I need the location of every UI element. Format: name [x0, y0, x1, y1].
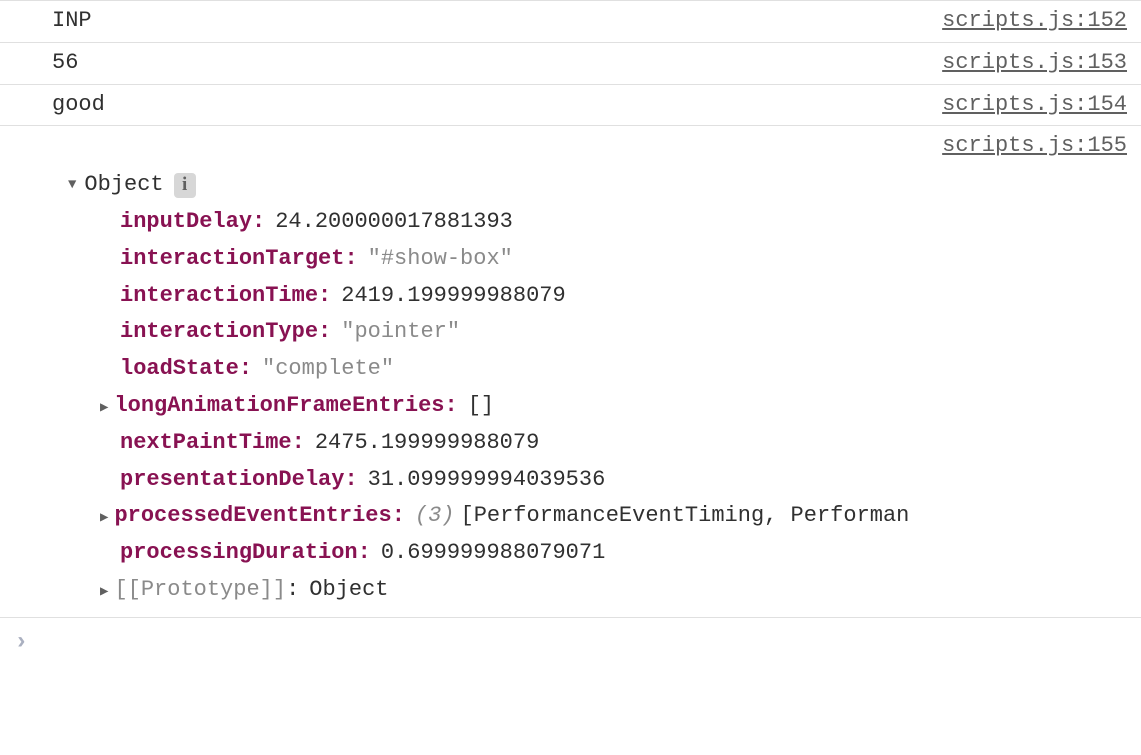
info-icon[interactable]: i: [174, 173, 196, 198]
property-value: "complete": [262, 354, 394, 385]
object-disclosure-header[interactable]: ▼ Object i: [52, 170, 1127, 201]
property-key-internal: [[Prototype]]: [114, 577, 286, 602]
log-source-link[interactable]: scripts.js:154: [942, 90, 1127, 121]
object-row-header: scripts.js:155: [52, 131, 1127, 162]
property-key: processingDuration: [120, 538, 358, 569]
object-property: loadState: "complete": [120, 354, 1127, 385]
property-value: 2419.199999988079: [341, 281, 565, 312]
property-key: inputDelay: [120, 207, 252, 238]
chevron-right-icon[interactable]: ▶: [100, 399, 108, 419]
console-log-row: INP scripts.js:152: [0, 0, 1141, 43]
log-message: INP: [52, 6, 92, 37]
log-source-link[interactable]: scripts.js:153: [942, 48, 1127, 79]
object-property-expandable[interactable]: ▶ processedEventEntries: (3) [Performanc…: [120, 501, 1127, 532]
object-property: interactionTime: 2419.199999988079: [120, 281, 1127, 312]
property-key: loadState: [120, 354, 239, 385]
object-property: interactionType: "pointer": [120, 317, 1127, 348]
property-value: 24.200000017881393: [275, 207, 513, 238]
chevron-down-icon[interactable]: ▼: [68, 176, 76, 196]
property-key: processedEventEntries: [114, 503, 391, 528]
log-source-link[interactable]: scripts.js:155: [942, 131, 1127, 162]
array-count: (3): [415, 501, 455, 532]
log-source-link[interactable]: scripts.js:152: [942, 6, 1127, 37]
property-value: []: [468, 391, 494, 422]
object-property: inputDelay: 24.200000017881393: [120, 207, 1127, 238]
object-property-expandable[interactable]: ▶ longAnimationFrameEntries: []: [120, 391, 1127, 422]
object-properties-list: inputDelay: 24.200000017881393 interacti…: [52, 207, 1127, 606]
property-value: Object: [309, 575, 388, 606]
object-type-label: Object: [84, 170, 163, 201]
object-property-expandable[interactable]: ▶ [[Prototype]]: Object: [120, 575, 1127, 606]
property-key: interactionTarget: [120, 244, 344, 275]
property-value: 0.699999988079071: [381, 538, 605, 569]
property-key: longAnimationFrameEntries: [114, 393, 444, 418]
object-property: processingDuration: 0.699999988079071: [120, 538, 1127, 569]
chevron-right-icon[interactable]: ▶: [100, 509, 108, 529]
console-log-row: good scripts.js:154: [0, 85, 1141, 127]
object-property: nextPaintTime: 2475.199999988079: [120, 428, 1127, 459]
property-key: interactionType: [120, 317, 318, 348]
property-value: 2475.199999988079: [315, 428, 539, 459]
console-log-row: 56 scripts.js:153: [0, 43, 1141, 85]
log-message: good: [52, 90, 105, 121]
property-key: nextPaintTime: [120, 428, 292, 459]
property-value: 31.099999994039536: [368, 465, 606, 496]
chevron-right-icon: ›: [14, 626, 28, 660]
console-prompt-row[interactable]: ›: [0, 618, 1141, 668]
log-message: 56: [52, 48, 78, 79]
property-value: [PerformanceEventTiming, Performan: [461, 501, 910, 532]
object-property: interactionTarget: "#show-box": [120, 244, 1127, 275]
property-key: interactionTime: [120, 281, 318, 312]
console-object-row: scripts.js:155 ▼ Object i inputDelay: 24…: [0, 126, 1141, 617]
property-value: "#show-box": [368, 244, 513, 275]
object-property: presentationDelay: 31.099999994039536: [120, 465, 1127, 496]
chevron-right-icon[interactable]: ▶: [100, 583, 108, 603]
property-key: presentationDelay: [120, 465, 344, 496]
property-value: "pointer": [341, 317, 460, 348]
